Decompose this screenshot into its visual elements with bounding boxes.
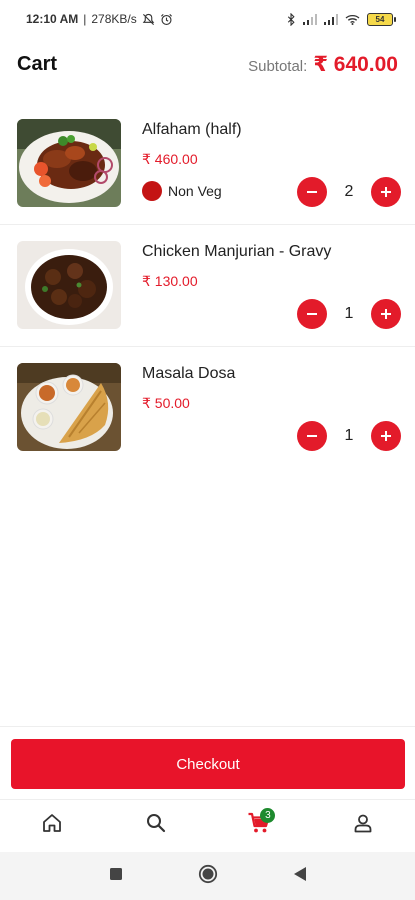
triangle-back-icon (293, 866, 307, 887)
item-image-masala-dosa (17, 363, 121, 451)
item-image-alfaham (17, 119, 121, 207)
decrease-quantity-button[interactable] (297, 421, 327, 451)
quantity-value: 2 (344, 183, 354, 200)
status-divider: | (83, 12, 87, 26)
nav-home[interactable] (27, 806, 77, 846)
quantity-stepper: 1 (297, 299, 401, 329)
battery-icon: 54 (367, 12, 396, 26)
checkout-bar: Checkout (0, 726, 415, 798)
item-name: Chicken Manjurian - Gravy (142, 243, 332, 260)
system-nav-bar (0, 852, 415, 900)
recents-button[interactable] (101, 861, 131, 891)
alarm-icon (160, 13, 173, 26)
item-name: Alfaham (half) (142, 121, 242, 138)
nav-search[interactable] (131, 806, 181, 846)
search-icon (145, 812, 167, 839)
quantity-value: 1 (344, 427, 354, 444)
cart-count-badge: 3 (260, 807, 276, 823)
increase-quantity-button[interactable] (371, 421, 401, 451)
nav-profile[interactable] (338, 806, 388, 846)
square-icon (109, 867, 123, 886)
status-right: 54 (287, 12, 396, 26)
increase-quantity-button[interactable] (371, 177, 401, 207)
back-button[interactable] (285, 861, 315, 891)
home-system-button[interactable] (193, 861, 223, 891)
checkout-button[interactable]: Checkout (11, 739, 405, 789)
home-icon (41, 812, 63, 839)
item-name: Masala Dosa (142, 365, 236, 382)
subtotal-label: Subtotal: (248, 57, 308, 75)
cart-list: Alfaham (half) ₹ 460.00 Non Veg 2 Chicke… (0, 103, 415, 469)
decrease-quantity-button[interactable] (297, 177, 327, 207)
status-bar: 12:10 AM | 278KB/s 54 (0, 0, 415, 38)
bluetooth-icon (287, 12, 296, 26)
status-time: 12:10 AM (26, 12, 79, 26)
cart-item: Masala Dosa ₹ 50.00 1 (0, 347, 415, 469)
cart-item: Chicken Manjurian - Gravy ₹ 130.00 1 (0, 225, 415, 347)
quantity-stepper: 1 (297, 421, 401, 451)
item-price: ₹ 130.00 (142, 273, 198, 289)
item-price: ₹ 460.00 (142, 151, 198, 167)
profile-icon (352, 812, 374, 839)
item-price: ₹ 50.00 (142, 395, 190, 411)
subtotal: Subtotal: ₹ 640.00 (248, 52, 398, 77)
increase-quantity-button[interactable] (371, 299, 401, 329)
page-title: Cart (17, 52, 58, 75)
network-speed: 278KB/s (91, 12, 137, 26)
quantity-value: 1 (344, 305, 354, 322)
wifi-icon (345, 14, 360, 25)
item-image-chicken-manjurian (17, 241, 121, 329)
cart-header: Cart Subtotal: ₹ 640.00 (0, 46, 415, 82)
circle-icon (198, 864, 218, 889)
cart-item: Alfaham (half) ₹ 460.00 Non Veg 2 (0, 103, 415, 225)
nav-cart[interactable]: 3 (234, 806, 284, 846)
non-veg-label: Non Veg (168, 183, 222, 199)
signal-icon (324, 13, 338, 25)
subtotal-amount: ₹ 640.00 (313, 52, 398, 76)
quantity-stepper: 2 (297, 177, 401, 207)
status-left: 12:10 AM | 278KB/s (26, 12, 173, 26)
non-veg-badge: Non Veg (142, 181, 222, 201)
non-veg-dot-icon (142, 181, 162, 201)
signal-icon (303, 13, 317, 25)
bottom-nav: 3 (0, 799, 415, 851)
decrease-quantity-button[interactable] (297, 299, 327, 329)
mute-icon (142, 13, 155, 26)
